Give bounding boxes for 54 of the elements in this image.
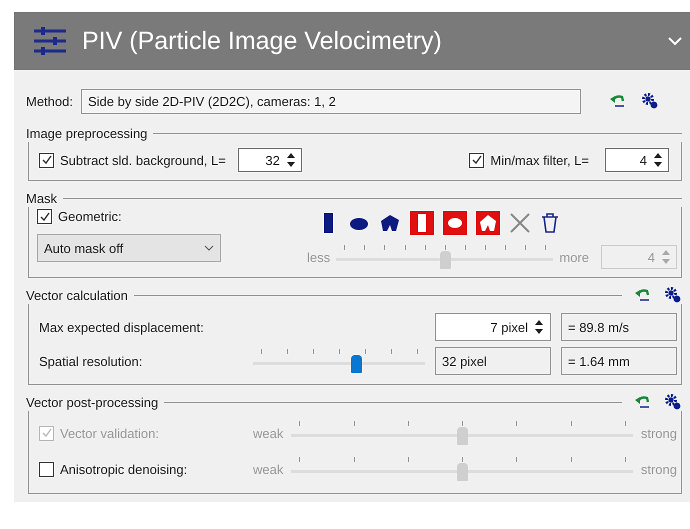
result-field: = 1.64 mm [561,347,677,375]
polygon-cutout-icon[interactable] [476,211,500,235]
polygon-icon[interactable] [379,212,401,234]
slider-min-label: weak [253,426,284,440]
gears-icon[interactable] [664,286,682,304]
checkbox-label: Min/max filter, L= [490,152,589,168]
auto-mask-dropdown[interactable]: Auto mask off [37,234,221,262]
panel-header[interactable]: PIV (Particle Image Velocimetry) [14,12,690,70]
method-label: Method: [26,94,73,108]
slider[interactable] [291,419,633,447]
gears-icon[interactable] [664,393,682,411]
checkbox-label: Subtract sld. background, L= [60,152,226,168]
checkbox[interactable] [469,152,484,168]
close-icon[interactable] [509,212,531,234]
result-field: = 89.8 m/s [561,313,677,341]
checkbox-label: Vector validation: [60,426,160,440]
group-title: Vector post-processing [26,394,158,410]
caret-icon [204,245,214,251]
panel-title: PIV (Particle Image Velocimetry) [82,26,443,56]
checkbox[interactable] [39,462,54,476]
undo-arrow-icon[interactable] [634,287,652,303]
spin-field[interactable]: 7 pixel [435,313,551,341]
slider-min-label: less [307,250,330,264]
checkbox[interactable] [39,152,54,168]
slider-min-label: weak [253,462,284,476]
chevron-icon[interactable] [668,36,682,46]
group-title: Mask [26,190,58,206]
slider[interactable] [291,455,633,483]
undo-arrow-icon[interactable] [634,394,652,410]
slider-max-label: more [559,250,589,264]
spin-arrows-icon[interactable] [653,152,663,168]
slider-max-label: strong [640,426,677,440]
checkbox-label: Geometric: [58,209,122,224]
slider[interactable] [253,347,425,375]
spin-arrows-icon[interactable] [286,152,296,168]
trash-icon[interactable] [540,212,560,234]
spin-arrows-icon[interactable] [534,319,544,335]
group-title: Image preprocessing [26,126,148,140]
field-label: Spatial resolution: [39,354,144,368]
checkbox-label: Anisotropic denoising: [60,462,188,476]
gears-icon[interactable] [640,92,659,110]
sliders-icon [32,26,68,56]
method-field[interactable]: Side by side 2D-PIV (2D2C), cameras: 1, 2 [80,88,581,114]
spin-field[interactable]: 4 [605,148,669,172]
slider[interactable] [336,243,554,271]
value-field: 32 pixel [435,347,551,375]
slider-max-label: strong [640,462,677,476]
ellipse-cutout-icon[interactable] [443,211,467,235]
checkbox[interactable] [37,209,52,224]
rectangle-cutout-icon[interactable] [410,211,434,235]
group-title: Vector calculation [26,288,128,302]
spin-field[interactable]: 32 [238,148,302,172]
undo-arrow-icon[interactable] [608,93,627,109]
field-label: Max expected displacement: [39,320,205,334]
